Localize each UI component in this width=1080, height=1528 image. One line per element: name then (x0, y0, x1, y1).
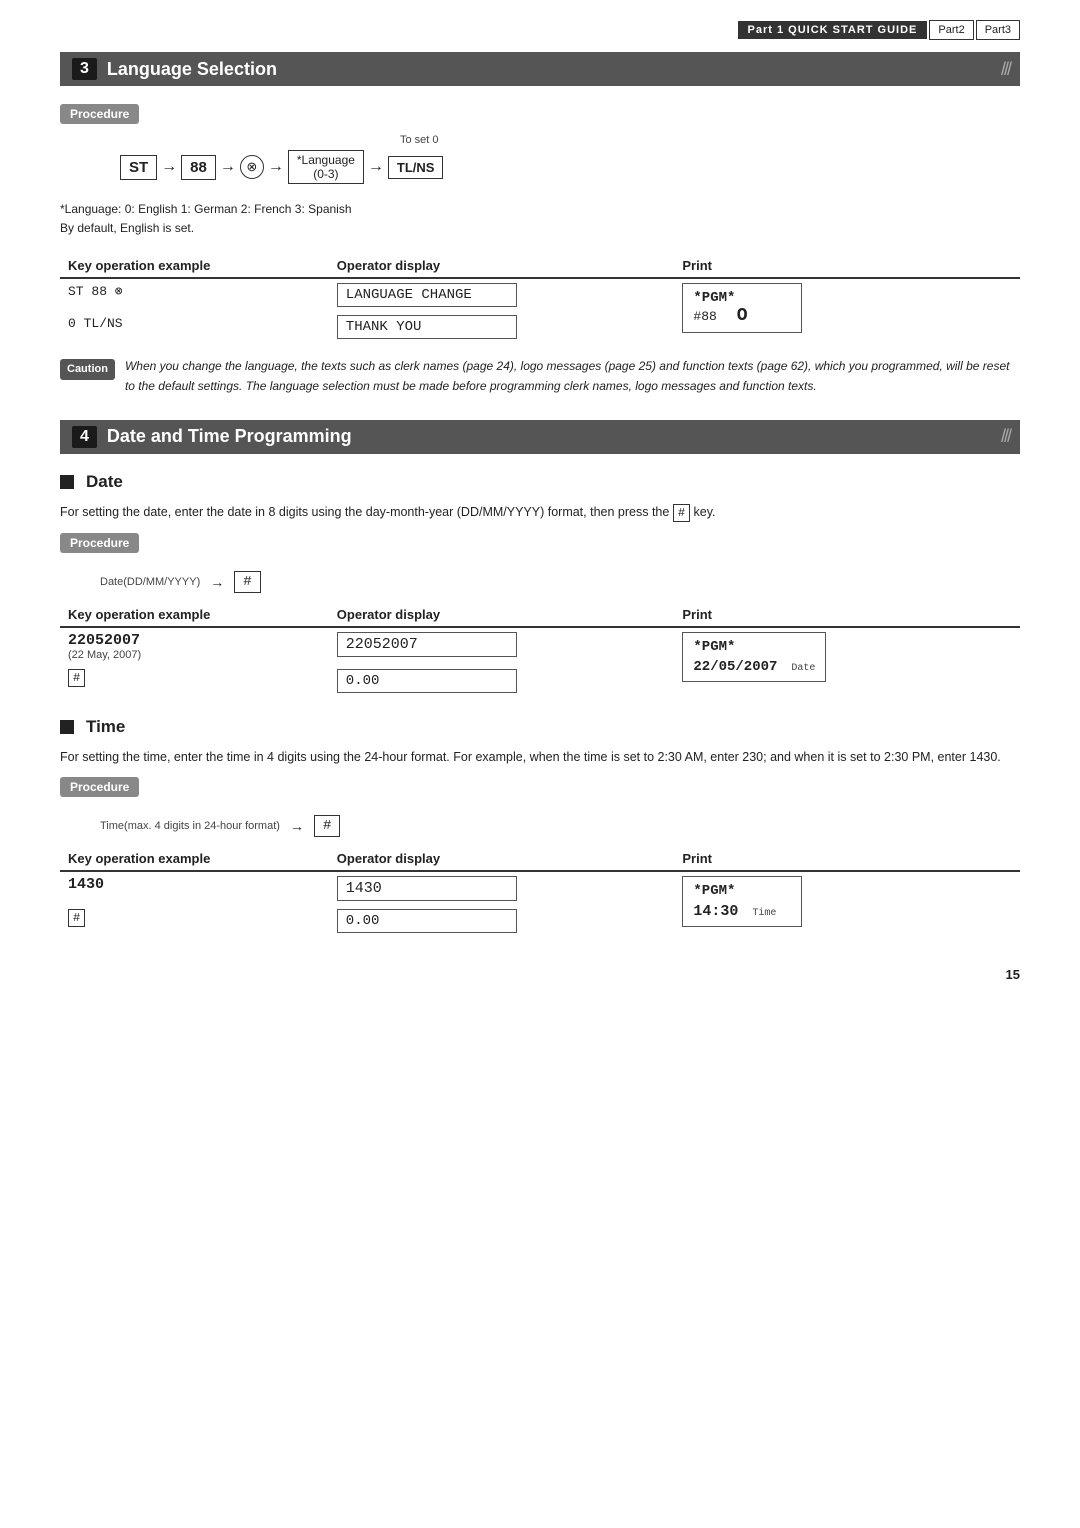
col-key-header: Key operation example (60, 254, 329, 278)
caution-badge: Caution (60, 359, 115, 380)
circle-x-key: ⊗ (240, 155, 264, 179)
time-title: Time (60, 717, 1020, 737)
date-body: For setting the date, enter the date in … (60, 502, 1020, 523)
lang-note2: By default, English is set. (60, 219, 1020, 238)
row1-key: ST 88 ⊗ (60, 278, 329, 311)
time-col-key: Key operation example (60, 847, 329, 871)
row2-key: 0 TL/NS (60, 311, 329, 343)
time-row1-print: *PGM* 14:30 Time (674, 871, 1020, 937)
hash-key-row2: # (68, 669, 85, 687)
lang-box: *Language(0-3) (288, 150, 364, 184)
st-key: ST (120, 155, 157, 180)
arrow2: → (220, 158, 236, 176)
hash-key-time: # (314, 815, 340, 837)
time-row2-key: # (60, 905, 329, 937)
table-row: ST 88 ⊗ LANGUAGE CHANGE *PGM* #88 O (60, 278, 1020, 311)
table-row: 1430 1430 *PGM* 14:30 Time (60, 871, 1020, 905)
date-table: Key operation example Operator display P… (60, 603, 1020, 697)
date-col-key: Key operation example (60, 603, 329, 627)
date-row2-key: # (60, 665, 329, 697)
time-body: For setting the time, enter the time in … (60, 747, 1020, 767)
section3-diagram: ST → 88 → ⊗ → *Language(0-3) → TL/NS (120, 150, 1020, 184)
section4-title: Date and Time Programming (107, 426, 352, 447)
to-set-label: To set 0 (400, 134, 1020, 146)
black-square-time (60, 720, 74, 734)
date-title: Date (60, 472, 1020, 492)
date-subsection: Date For setting the date, enter the dat… (60, 472, 1020, 697)
time-procedure-diagram: Time(max. 4 digits in 24-hour format) → … (100, 815, 1020, 837)
arrow1: → (161, 158, 177, 176)
lang-notes: *Language: 0: English 1: German 2: Frenc… (60, 200, 1020, 238)
section3-lines: /// (1001, 59, 1010, 80)
section4-number: 4 (72, 426, 97, 448)
section4: 4 Date and Time Programming /// Date For… (60, 420, 1020, 937)
section3-table: Key operation example Operator display P… (60, 254, 1020, 343)
header-bar: Part 1 QUICK START GUIDE Part2 Part3 (60, 20, 1020, 40)
caution-block: Caution When you change the language, th… (60, 357, 1020, 395)
table-row: 22052007 (22 May, 2007) 22052007 *PGM* 2… (60, 627, 1020, 665)
col-print-header: Print (674, 254, 1020, 278)
hash-key-time-row2: # (68, 909, 85, 927)
num88-key: 88 (181, 155, 216, 180)
time-col-print: Print (674, 847, 1020, 871)
date-col-print: Print (674, 603, 1020, 627)
time-row1-disp: 1430 (329, 871, 675, 905)
time-col-disp: Operator display (329, 847, 675, 871)
part2-label: Part2 (929, 20, 973, 40)
caution-text: When you change the language, the texts … (125, 357, 1020, 395)
section4-lines: /// (1001, 426, 1010, 447)
col-disp-header: Operator display (329, 254, 675, 278)
page-number: 15 (60, 967, 1020, 982)
section3-title: Language Selection (107, 59, 277, 80)
section3: 3 Language Selection /// Procedure To se… (60, 52, 1020, 396)
row1-print: *PGM* #88 O (674, 278, 1020, 343)
lang-note1: *Language: 0: English 1: German 2: Frenc… (60, 200, 1020, 219)
black-square-date (60, 475, 74, 489)
date-row1-print: *PGM* 22/05/2007 Date (674, 627, 1020, 697)
section3-header: 3 Language Selection /// (60, 52, 1020, 86)
part1-label: Part 1 QUICK START GUIDE (738, 21, 928, 39)
time-subsection: Time For setting the time, enter the tim… (60, 717, 1020, 937)
section4-header: 4 Date and Time Programming /// (60, 420, 1020, 454)
date-col-disp: Operator display (329, 603, 675, 627)
date-row1-key: 22052007 (22 May, 2007) (60, 627, 329, 665)
date-row2-disp: 0.00 (329, 665, 675, 697)
procedure-badge-s3: Procedure (60, 104, 139, 124)
time-row1-key: 1430 (60, 871, 329, 905)
row1-disp: LANGUAGE CHANGE (329, 278, 675, 311)
procedure-badge-time: Procedure (60, 777, 139, 797)
part3-label: Part3 (976, 20, 1020, 40)
hash-key-inline: # (673, 504, 690, 522)
hash-key-date: # (234, 571, 260, 593)
date-procedure-diagram: Date(DD/MM/YYYY) → # (100, 571, 1020, 593)
tlns-key: TL/NS (388, 156, 444, 179)
procedure-badge-date: Procedure (60, 533, 139, 553)
date-row1-disp: 22052007 (329, 627, 675, 665)
section3-number: 3 (72, 58, 97, 80)
arrow3: → (268, 158, 284, 176)
row2-disp: THANK YOU (329, 311, 675, 343)
time-row2-disp: 0.00 (329, 905, 675, 937)
time-table: Key operation example Operator display P… (60, 847, 1020, 937)
arrow4: → (368, 158, 384, 176)
